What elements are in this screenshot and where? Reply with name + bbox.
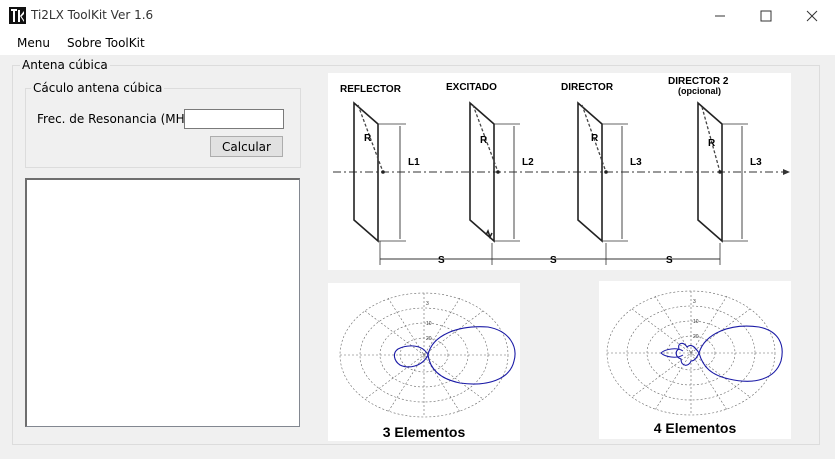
menu-item-sobre-toolkit[interactable]: Sobre ToolKit: [67, 36, 145, 50]
main-lobe-line: [427, 326, 516, 385]
ring-label-3: 3: [426, 301, 429, 307]
antenna-diagram: REFLECTOR EXCITADO DIRECTOR DIRECTOR 2 (…: [328, 73, 791, 270]
calc-group-label: Cáculo antena cúbica: [31, 81, 165, 95]
length-label-l2: L2: [522, 157, 534, 168]
three-elements-caption: 3 Elementos: [383, 424, 466, 440]
radius-label-3: R: [591, 133, 599, 144]
antenna-group-label: Antena cúbica: [20, 58, 110, 72]
menu-item-menu[interactable]: Menu: [17, 36, 50, 50]
window-title: Ti2LX ToolKit Ver 1.6: [31, 8, 154, 22]
spacing-label-3: S: [666, 255, 673, 266]
results-listbox[interactable]: [25, 178, 300, 427]
frequency-label: Frec. de Resonancia (MHz): [37, 112, 196, 126]
ring-label-20: 20: [426, 336, 432, 342]
axis-arrow-icon: [783, 169, 790, 175]
menu-bar: Menu Sobre ToolKit: [0, 31, 835, 55]
length-label-l3: L3: [630, 157, 642, 168]
minimize-icon: [715, 15, 725, 16]
close-button[interactable]: [789, 0, 835, 31]
ring-label-10: 10: [426, 321, 432, 327]
maximize-icon: [760, 10, 772, 21]
frequency-input[interactable]: [184, 109, 284, 129]
back-lobe-line-b: [675, 342, 700, 366]
close-icon: [806, 10, 818, 21]
maximize-button[interactable]: [743, 0, 789, 31]
label-director: DIRECTOR: [561, 82, 614, 93]
calculate-button[interactable]: Calcular: [210, 136, 283, 157]
main-lobe-line-b: [698, 325, 783, 382]
ring-label-20-b: 20: [693, 334, 699, 340]
ring-label-3-b: 3: [693, 299, 696, 305]
four-elements-caption: 4 Elementos: [654, 420, 737, 436]
minimize-button[interactable]: [697, 0, 743, 31]
pattern-3-elements: 3 10 20 3 Elementos: [328, 283, 520, 441]
length-label-l3-b: L3: [750, 157, 762, 168]
label-opcional: (opcional): [678, 86, 721, 96]
ring-label-10-b: 10: [693, 319, 699, 325]
radius-label-1: R: [364, 133, 372, 144]
app-logo-icon: [9, 7, 26, 24]
label-reflector: REFLECTOR: [340, 84, 402, 95]
label-excitado: EXCITADO: [446, 82, 497, 93]
spacing-label-2: S: [550, 255, 557, 266]
pattern-4-elements: 3 10 20 4 Elementos: [599, 281, 791, 439]
length-label-l1: L1: [408, 157, 420, 168]
title-bar: Ti2LX ToolKit Ver 1.6: [0, 0, 835, 31]
spacing-label-1: S: [438, 255, 445, 266]
radius-label-2: R: [480, 135, 488, 146]
radius-label-4: R: [708, 138, 716, 149]
